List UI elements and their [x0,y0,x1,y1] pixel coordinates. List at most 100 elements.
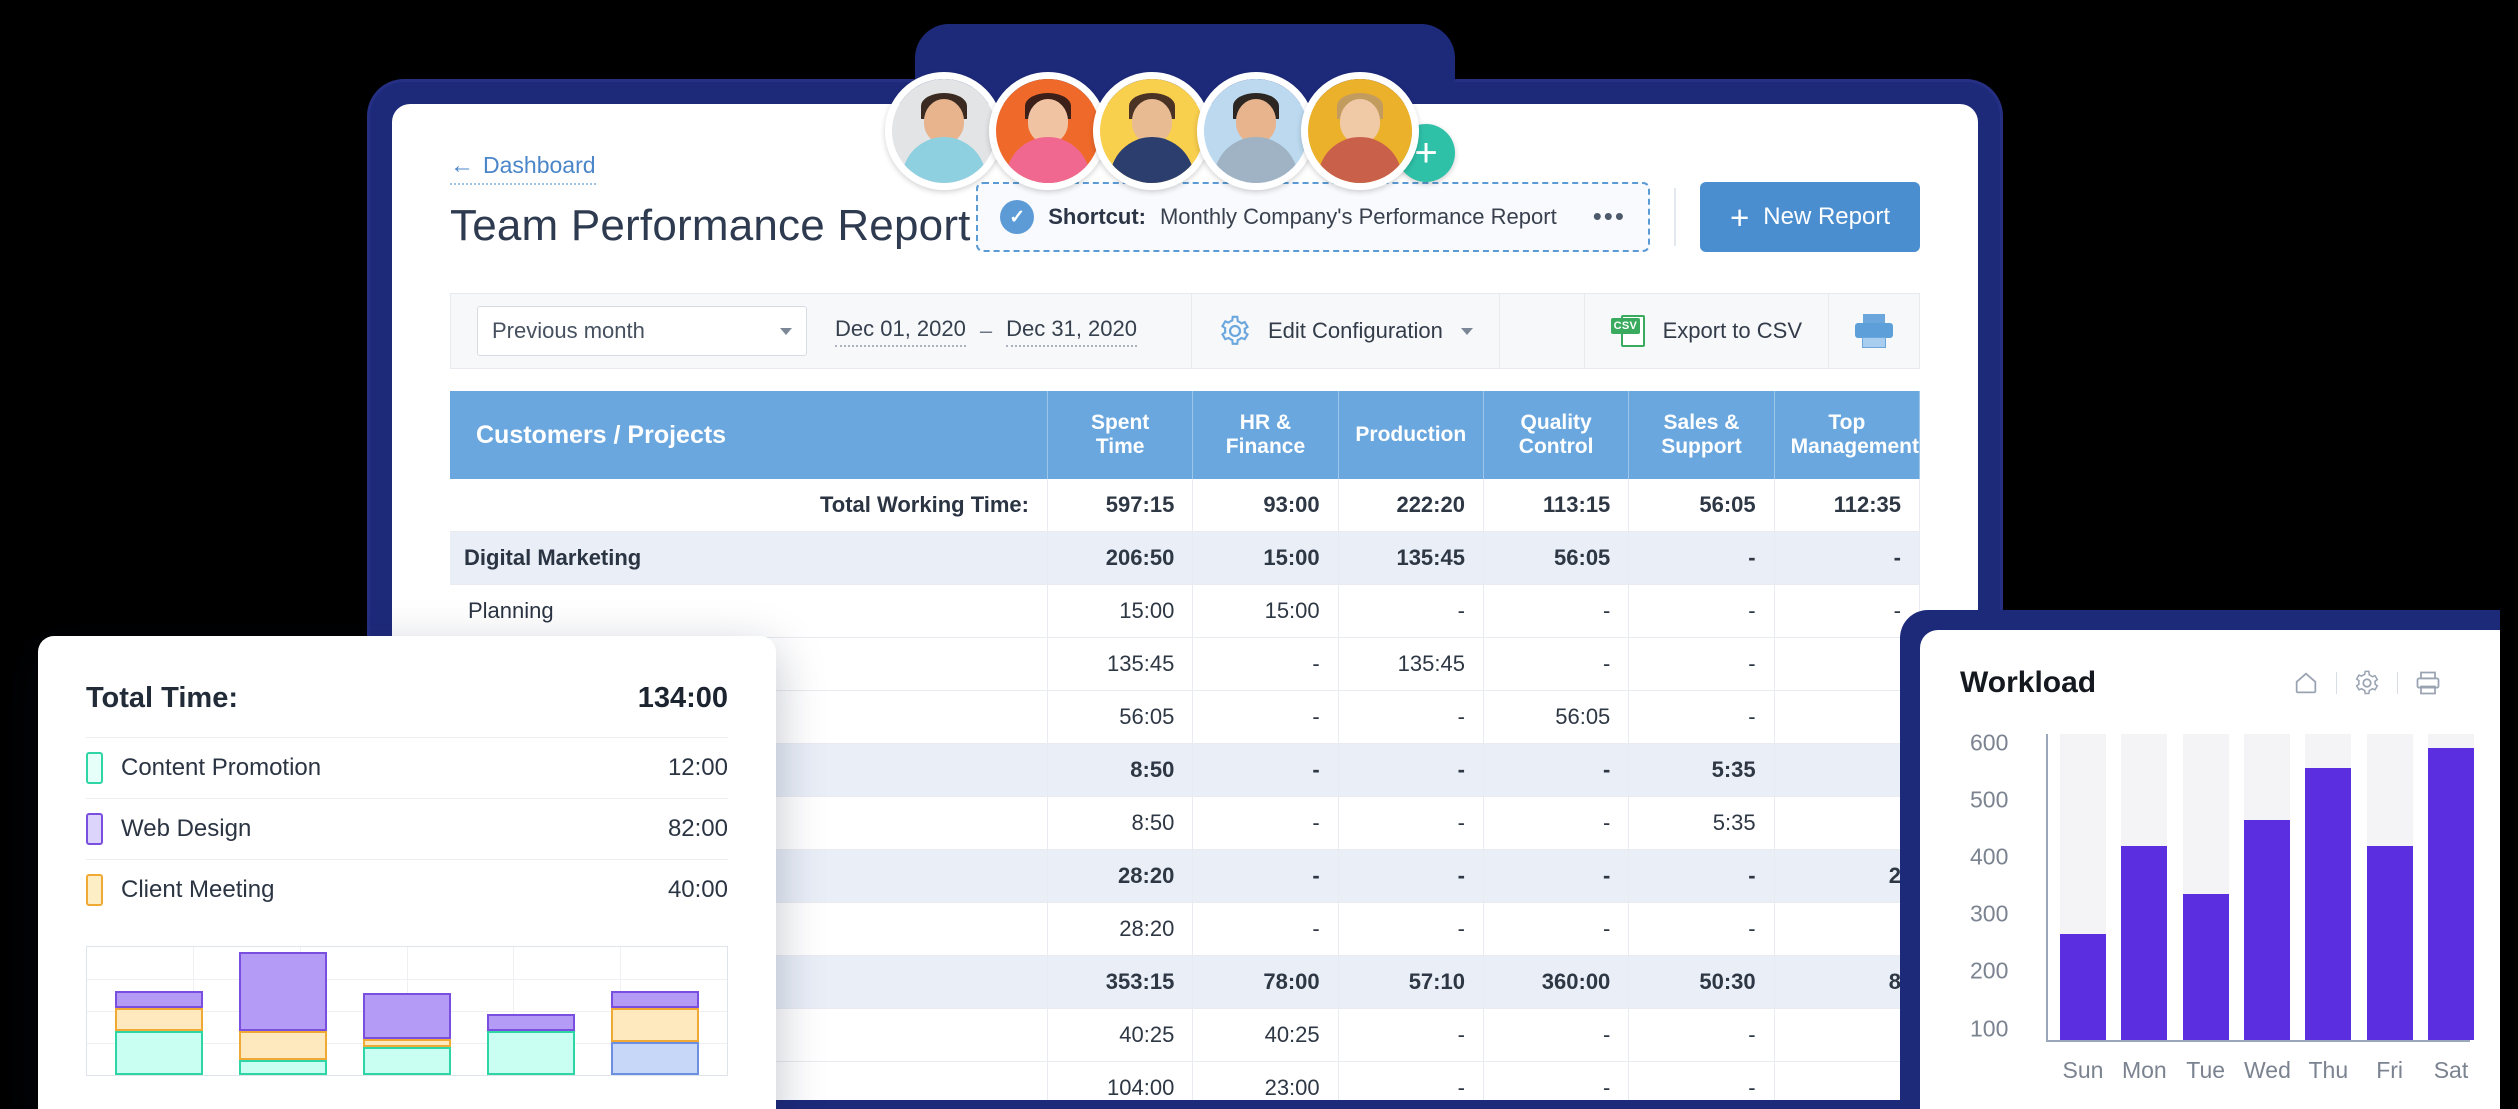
cell-2: 23:00 [1192,1061,1339,1100]
cell-6 [1774,637,1921,691]
bar-fill [2243,819,2290,1040]
icon-divider [2397,672,2398,694]
cell-1: 104:00 [1047,1061,1194,1100]
list-item[interactable]: Client Meeting 40:00 [86,859,728,920]
period-value: Previous month [492,318,645,343]
avatar[interactable] [1197,72,1315,190]
cell-5: - [1628,902,1775,956]
col-spent-time[interactable]: Spent Time [1047,391,1194,479]
table-header-row: Customers / Projects Spent Time HR & Fin… [450,391,1921,479]
cell-4: 56:05 [1483,690,1630,744]
x-tick-label: Thu [2308,1057,2349,1083]
cell-5: - [1628,1061,1775,1100]
cell-4: - [1483,902,1630,956]
cell-3: - [1338,796,1484,850]
cell-2: - [1192,743,1339,797]
cell-5: 5:35 [1628,796,1775,850]
cell-4: - [1483,584,1630,638]
header-actions: ✓ Shortcut: Monthly Company's Performanc… [976,182,1920,252]
export-csv-label: Export to CSV [1662,318,1802,343]
col-production[interactable]: Production [1338,391,1484,479]
cell-6 [1774,1061,1921,1100]
mini-bar-segment [611,1008,699,1042]
export-csv-button[interactable]: CSV Export to CSV [1585,294,1829,368]
screenshot-stage: ← Dashboard Team Performance Report ✓ Sh… [0,0,2518,1109]
x-tick-label: Wed [2243,1057,2291,1083]
printer-icon[interactable] [2414,669,2442,697]
date-to[interactable]: Dec 31, 2020 [1006,316,1137,347]
shortcut-chip[interactable]: ✓ Shortcut: Monthly Company's Performanc… [976,182,1650,252]
workload-title: Workload [1960,666,2097,699]
workload-bar-sat[interactable] [2427,734,2474,1040]
list-item[interactable]: Web Design 82:00 [86,798,728,859]
breadcrumb[interactable]: ← Dashboard [450,152,596,185]
mini-bar-segment [487,1013,575,1032]
table-row[interactable]: Planning 15:00 15:00- - - - [450,584,1921,638]
print-button[interactable] [1829,294,1919,368]
cell-5: - [1628,584,1775,638]
col-hr-finance[interactable]: HR & Finance [1192,391,1339,479]
cell-6 [1774,1008,1921,1062]
time-breakdown-list: Content Promotion 12:00 Web Design 82:00… [86,737,728,920]
bar-fill [2182,894,2229,1040]
mini-bar-segment [239,952,327,1032]
workload-bar-mon[interactable] [2121,734,2168,1040]
period-select[interactable]: Previous month [477,306,807,356]
new-report-button[interactable]: + New Report [1700,182,1920,252]
avatar[interactable] [885,72,1003,190]
table-row[interactable]: Digital Marketing 206:50 15:00 135:45 56:05-… [450,531,1921,585]
more-options-icon[interactable]: ••• [1593,204,1626,229]
list-item-value: 12:00 [667,754,728,781]
x-tick-label: Sat [2433,1057,2469,1083]
cell-6: 112:35 [1774,479,1921,532]
mini-bar-segment [115,1031,203,1075]
mini-bar-segment [239,1031,327,1060]
mini-bar-segment [363,1046,451,1075]
plus-icon: + [1730,198,1750,236]
workload-bar-thu[interactable] [2305,734,2352,1040]
list-item-label: Web Design [121,815,252,842]
cell-3: - [1338,743,1484,797]
edit-configuration-button[interactable]: Edit Configuration [1192,294,1500,368]
row-label: Total Working Time: [450,479,1048,532]
workload-x-axis [2046,1040,2470,1042]
shortcut-value: Monthly Company's Performance Report [1159,204,1557,229]
gear-icon[interactable] [2353,669,2381,697]
cell-2: - [1192,637,1339,691]
cell-6: 8 [1774,955,1921,1009]
cell-1: 40:25 [1047,1008,1194,1062]
report-toolbar: Previous month Dec 01, 2020 – Dec 31, 20… [450,293,1920,369]
list-item-value: 40:00 [667,876,728,903]
home-icon[interactable] [2292,669,2320,697]
cell-2: - [1192,796,1339,850]
table-row[interactable]: Total Working Time: 597:15 93:00 222:20 113:… [450,479,1921,532]
cell-5: - [1628,849,1775,903]
avatar[interactable] [1093,72,1211,190]
mini-bar-column [239,952,327,1075]
workload-chart[interactable]: 600 500 400 300 200 100 Sun Mon Tue Wed Thu Fri Sat [1960,729,2500,1084]
workload-bar-wed[interactable] [2243,734,2290,1040]
list-item-label: Client Meeting [121,876,275,903]
total-time-value: 134:00 [637,682,728,714]
mini-bar-column [611,990,699,1075]
col-sales-support[interactable]: Sales & Support [1628,391,1775,479]
col-quality-control[interactable]: Quality Control [1483,391,1630,479]
workload-actions [2292,669,2442,697]
workload-bar-fri[interactable] [2366,734,2413,1040]
cell-1: 28:20 [1047,849,1194,903]
mini-bar-segment [115,990,203,1009]
col-top-management[interactable]: Top Management [1774,391,1921,479]
date-range[interactable]: Dec 01, 2020 – Dec 31, 2020 [807,316,1165,347]
cell-4: 360:00 [1483,955,1630,1009]
list-item[interactable]: Content Promotion 12:00 [86,737,728,798]
date-from[interactable]: Dec 01, 2020 [835,316,966,347]
avatar[interactable] [989,72,1107,190]
col-customers-projects[interactable]: Customers / Projects [450,391,1048,479]
cell-4: - [1483,637,1630,691]
avatar[interactable] [1301,72,1419,190]
y-tick-label: 100 [1970,1015,2009,1042]
time-breakdown-chart[interactable] [86,946,728,1076]
workload-bar-sun[interactable] [2060,734,2106,1040]
workload-bar-tue[interactable] [2182,734,2229,1040]
mini-bar-column [487,1013,575,1075]
